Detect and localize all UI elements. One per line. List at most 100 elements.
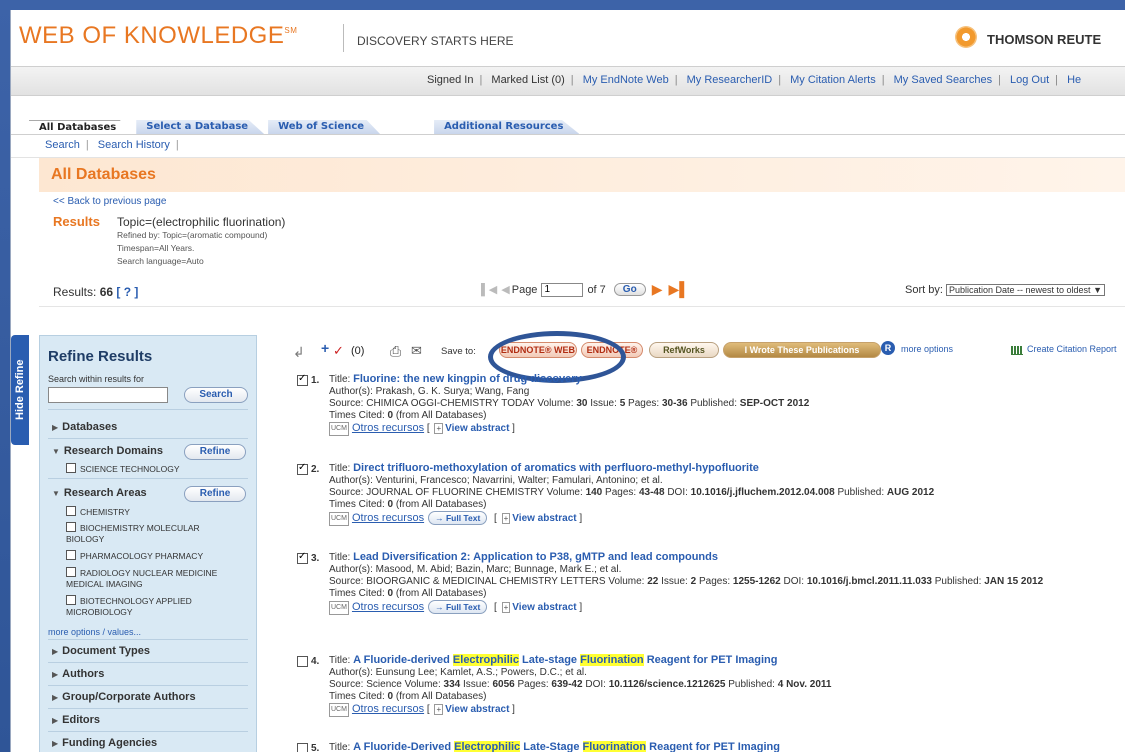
view-abstract-link[interactable]: View abstract [512,602,576,613]
record-number: 3. [311,553,320,564]
otros-recursos-link[interactable]: Otros recursos [352,601,424,613]
record-4-title-link[interactable]: A Fluoride-derived Electrophilic Late-st… [353,654,778,666]
results-label: Results [53,214,100,229]
log-out-link[interactable]: Log Out [1004,74,1055,86]
sort-select[interactable]: Publication Date -- newest to oldest ▼ [945,284,1105,296]
next-page-icon[interactable]: ▶ [652,281,663,298]
search-within-button[interactable]: Search [184,387,248,403]
view-abstract-link[interactable]: View abstract [445,704,509,715]
pager: ▌◀ ◀ Page of 7 Go ▶ ▶▌ [479,281,689,298]
hide-refine-tab[interactable]: Hide Refine [11,335,29,445]
sort-label: Sort by: [905,284,943,296]
more-options-link[interactable]: more options [901,344,953,354]
first-page-icon[interactable]: ▌◀ [479,283,499,296]
record-times-cited: Times Cited: 0 (from All Databases) [329,691,487,702]
area-checkbox-biochemistry[interactable]: BIOCHEMISTRY MOLECULAR BIOLOGY [66,522,216,545]
databases-section[interactable]: ▶ Databases [52,421,117,433]
view-abstract-link[interactable]: View abstract [512,513,576,524]
record-number: 2. [311,464,320,475]
record-5: 5. Title: A Fluoride-Derived Electrophil… [297,741,1123,752]
domain-checkbox-science-technology[interactable]: SCIENCE TECHNOLOGY [66,463,246,475]
help-link[interactable]: [ ? ] [116,285,138,299]
timespan-text: Timespan=All Years. [117,243,195,253]
refworks-button[interactable]: RefWorks [649,342,719,358]
document-types-section[interactable]: ▶ Document Types [52,645,150,657]
go-button[interactable]: Go [613,283,646,296]
tab-select-a-database[interactable]: Select a Database [136,120,265,134]
area-checkbox-chemistry[interactable]: CHEMISTRY [66,506,246,518]
authors-section[interactable]: ▶ Authors [52,668,104,680]
tab-web-of-science[interactable]: Web of Science [268,120,381,134]
record-source: Source: BIOORGANIC & MEDICINAL CHEMISTRY… [329,576,1044,587]
area-checkbox-pharmacology[interactable]: PHARMACOLOGY PHARMACY [66,550,246,562]
back-to-previous-page-link[interactable]: << Back to previous page [53,196,166,207]
my-researcherid-link[interactable]: My ResearcherID [681,74,779,86]
endnote-button[interactable]: ENDNOTE® [581,342,643,358]
area-checkbox-radiology[interactable]: RADIOLOGY NUCLEAR MEDICINE MEDICAL IMAGI… [66,567,226,590]
refine-domains-button[interactable]: Refine [184,444,246,460]
record-3-title-link[interactable]: Lead Diversification 2: Application to P… [353,551,718,563]
otros-recursos-link[interactable]: Otros recursos [352,512,424,524]
research-areas-section[interactable]: ▼ Research Areas [52,487,147,499]
full-text-button[interactable]: → Full Text [428,511,488,525]
expand-triangle-icon: ▶ [52,423,59,432]
view-abstract-link[interactable]: View abstract [445,423,509,434]
record-4-checkbox[interactable] [297,656,308,667]
last-page-icon[interactable]: ▶▌ [668,281,689,298]
my-saved-searches-link[interactable]: My Saved Searches [888,74,998,86]
add-to-marked-list-icon[interactable]: + [321,340,329,356]
record-3-checkbox[interactable] [297,551,308,564]
print-icon[interactable]: ⎙ [390,343,401,360]
otros-recursos-link[interactable]: Otros recursos [352,422,424,434]
results-summary: << Back to previous page Results Topic=(… [39,192,1125,276]
i-wrote-these-publications-button[interactable]: I Wrote These Publications [723,342,881,358]
refine-areas-button[interactable]: Refine [184,486,246,502]
researcherid-r-icon[interactable]: R [881,341,895,355]
search-link[interactable]: Search [39,139,86,151]
create-citation-report-link[interactable]: Create Citation Report [1027,344,1117,354]
previous-page-icon[interactable]: ◀ [499,283,511,296]
help-link[interactable]: He [1061,74,1087,86]
plus-icon: + [434,423,444,434]
endnote-web-button[interactable]: ENDNOTE® WEB [499,342,577,358]
search-language-text: Search language=Auto [117,256,204,266]
record-1-checkbox[interactable] [297,373,308,386]
header-divider [343,24,344,52]
email-icon[interactable]: ✉ [411,343,422,359]
tab-additional-resources[interactable]: Additional Resources [434,120,580,134]
area-checkbox-biotechnology[interactable]: BIOTECHNOLOGY APPLIED MICROBIOLOGY [66,595,226,618]
search-history-link[interactable]: Search History [92,139,176,151]
ucm-icon: UCM [329,601,349,615]
select-page-arrow-icon[interactable]: ↲ [293,344,305,361]
marked-check-icon[interactable]: ✓ [333,343,344,359]
full-text-button[interactable]: → Full Text [428,600,488,614]
funding-agencies-section[interactable]: ▶ Funding Agencies [52,737,157,749]
my-citation-alerts-link[interactable]: My Citation Alerts [784,74,882,86]
tab-all-databases[interactable]: All Databases [29,120,133,135]
expand-triangle-icon: ▶ [52,647,59,656]
web-of-knowledge-logo[interactable]: WEB OF KNOWLEDGESM [19,22,297,50]
ucm-icon: UCM [329,422,349,436]
record-1-title-link[interactable]: Fluorine: the new kingpin of drug discov… [353,373,582,385]
marked-list-link[interactable]: Marked List (0) [485,74,570,86]
research-domains-section[interactable]: ▼ Research Domains [52,445,163,457]
expand-triangle-icon: ▶ [52,739,59,748]
sub-navigation: Search | Search History | [11,134,1125,158]
more-options-values-link[interactable]: more options / values... [48,627,141,637]
record-2-title-link[interactable]: Direct trifluoro-methoxylation of aromat… [353,462,759,474]
results-count-bar: Results: 66 [ ? ] ▌◀ ◀ Page of 7 Go ▶ ▶▌… [39,276,1125,307]
record-source: Source: CHIMICA OGGI-CHEMISTRY TODAY Vol… [329,398,810,409]
record-5-title-link[interactable]: A Fluoride-Derived Electrophilic Late-St… [353,741,780,752]
group-corporate-authors-section[interactable]: ▶ Group/Corporate Authors [52,691,196,703]
my-endnote-web-link[interactable]: My EndNote Web [577,74,675,86]
record-5-checkbox[interactable] [297,743,308,752]
results-toolbar: ↲ + ✓ (0) ⎙ ✉ Save to: ENDNOTE® WEB ENDN… [293,340,1123,366]
otros-recursos-link[interactable]: Otros recursos [352,703,424,715]
tagline: DISCOVERY STARTS HERE [357,34,514,48]
record-2-checkbox[interactable] [297,462,308,475]
search-within-input[interactable] [48,387,168,403]
marked-count: (0) [351,345,365,357]
brand-header: WEB OF KNOWLEDGESM DISCOVERY STARTS HERE… [11,10,1125,66]
page-number-input[interactable] [541,282,584,297]
editors-section[interactable]: ▶ Editors [52,714,100,726]
